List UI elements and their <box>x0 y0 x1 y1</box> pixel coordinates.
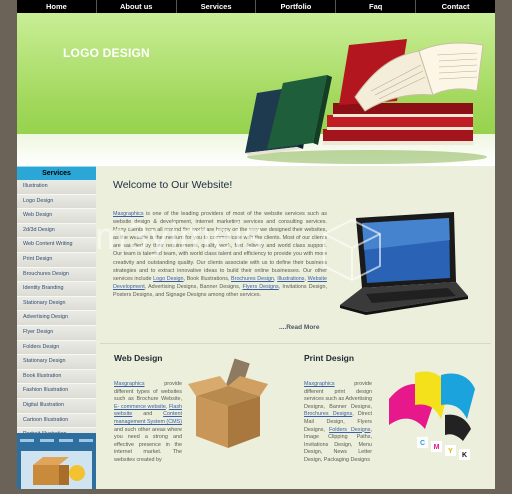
sidebar-item-fashion-illustration[interactable]: Fashion Illustration <box>17 384 96 399</box>
sidebar-item-identity-branding[interactable]: Identity Branding <box>17 282 96 297</box>
nav-portfolio[interactable]: Portfolio <box>256 0 337 13</box>
folders-designs-link[interactable]: Folders Designs <box>329 427 370 433</box>
sidebar-item-advertising-design[interactable]: Advertising Design <box>17 311 96 326</box>
sidebar-item-stationary-design[interactable]: Stationary Design <box>17 296 96 312</box>
cmyk-m: M <box>434 444 440 451</box>
flyers-designs-link[interactable]: Flyers Designs <box>242 284 278 290</box>
sidebar-item-book-illustration[interactable]: Book Illustration <box>17 369 96 385</box>
web-design-text: Maxgraphics provide different types of w… <box>114 381 182 465</box>
cmyk-k: K <box>462 452 467 459</box>
services-sidebar: Services Illustration Logo Design Web De… <box>17 166 96 489</box>
promo-box-icon <box>33 457 85 485</box>
main-content: Welcome to Our Website! Maxgraphics is o… <box>96 166 495 489</box>
ecommerce-link[interactable]: E- commerce website <box>114 404 166 410</box>
welcome-text-5: , Advertising Designs, Banner Designs, <box>144 283 243 290</box>
print-design-title: Print Design <box>304 353 355 363</box>
sidebar-promo-nav <box>17 439 96 445</box>
illustrations-link[interactable]: Illustrations <box>277 276 304 282</box>
welcome-title: Welcome to Our Website! <box>113 179 233 191</box>
print-design-text: Maxgraphics provide different print desi… <box>304 381 372 465</box>
web-design-title: Web Design <box>114 353 163 363</box>
sidebar-title: Services <box>17 166 96 180</box>
sidebar-item-brouchures-design[interactable]: Brouchures Design <box>17 267 96 283</box>
welcome-text-2: , Book Illustrations, <box>183 275 232 282</box>
web-box-illustration <box>188 358 268 448</box>
read-more-link[interactable]: ....Read More <box>279 324 319 331</box>
sidebar-item-folders-design[interactable]: Folders Design <box>17 340 96 356</box>
nav-home[interactable]: Home <box>17 0 97 13</box>
sidebar-item-print-design[interactable]: Print Design <box>17 252 96 268</box>
books-illustration <box>245 39 487 164</box>
web-design-company-link[interactable]: Maxgraphics <box>114 381 145 387</box>
nav-faq[interactable]: Faq <box>336 0 417 13</box>
watermark-cube-icon <box>323 218 381 282</box>
sidebar-item-stationary-design-2[interactable]: Stationary Design <box>17 355 96 370</box>
section-divider <box>100 343 491 344</box>
sidebar-promo-panel <box>17 433 96 489</box>
company-link[interactable]: Maxgraphics <box>113 211 144 217</box>
nav-about-us[interactable]: About us <box>97 0 177 13</box>
web-design-text-4: and such other areas where you need a st… <box>114 426 182 463</box>
sidebar-item-illustration[interactable]: Illustration <box>17 180 96 195</box>
sidebar-item-web-content-writing[interactable]: Web Content Writing <box>17 238 96 253</box>
sidebar-item-cartoon-illustration[interactable]: Cartoon Illustration <box>17 413 96 429</box>
web-design-text-3: and <box>132 411 164 418</box>
sidebar-item-2d-3d-design[interactable]: 2d/3d Design <box>17 223 96 239</box>
sidebar-promo-image <box>21 451 92 489</box>
top-navigation: Home About us Services Portfolio Faq Con… <box>17 0 495 13</box>
cmyk-y: Y <box>448 448 453 455</box>
nav-contact[interactable]: Contact <box>416 0 495 13</box>
brochures-designs-link[interactable]: Brochures Designs <box>304 411 352 417</box>
header-banner: LOGO DESIGN <box>17 13 495 166</box>
sidebar-item-digital-illustration[interactable]: Digital Illustration <box>17 398 96 414</box>
brochures-design-link[interactable]: Brochures Design <box>231 276 274 282</box>
cmyk-illustration: C M Y K <box>389 371 475 460</box>
cmyk-c: C <box>420 440 425 447</box>
sidebar-item-flyer-design[interactable]: Flyer Design <box>17 325 96 341</box>
logo-design-link[interactable]: Logo Design <box>153 276 183 282</box>
sidebar-item-web-design[interactable]: Web Design <box>17 209 96 224</box>
sidebar-item-logo-design[interactable]: Logo Design <box>17 194 96 210</box>
print-design-company-link[interactable]: Maxgraphics <box>304 381 335 387</box>
logo-text: LOGO DESIGN <box>63 46 150 60</box>
welcome-text-1: is one of the leading providers of most … <box>113 211 327 282</box>
nav-services[interactable]: Services <box>177 0 257 13</box>
welcome-paragraph: Maxgraphics is one of the leading provid… <box>113 210 327 299</box>
